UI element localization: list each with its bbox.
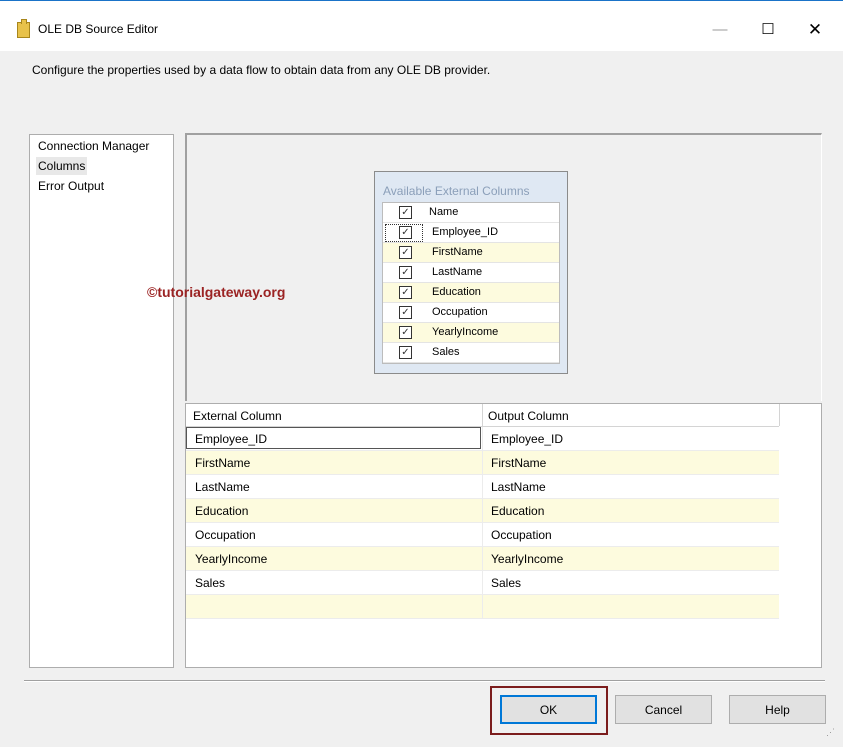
column-checkbox[interactable]: ✓ <box>399 346 412 359</box>
output-column-cell[interactable]: YearlyIncome <box>491 552 563 566</box>
available-columns-header: ✓ Name <box>383 203 559 223</box>
available-column-row[interactable]: ✓ FirstName <box>383 243 559 263</box>
window-title: OLE DB Source Editor <box>38 22 159 36</box>
column-checkbox[interactable]: ✓ <box>399 266 412 279</box>
title-bar: OLE DB Source Editor — ☐ ✕ <box>0 0 843 51</box>
column-name: Occupation <box>432 306 488 318</box>
column-checkbox[interactable]: ✓ <box>399 246 412 259</box>
ssis-component-icon <box>17 19 30 38</box>
output-column-cell[interactable]: Education <box>491 504 544 518</box>
cell-divider <box>482 571 483 594</box>
available-column-row[interactable]: ✓ LastName <box>383 263 559 283</box>
cell-divider <box>482 475 483 498</box>
nav-item-connection-manager[interactable]: Connection Manager <box>36 137 151 155</box>
table-row[interactable]: LastName LastName <box>186 475 779 499</box>
external-column-cell[interactable]: Occupation <box>195 528 256 542</box>
header-divider <box>779 404 780 426</box>
close-button[interactable]: ✕ <box>792 15 838 45</box>
dialog-description: Configure the properties used by a data … <box>32 63 491 77</box>
grid-header: External Column Output Column <box>186 404 780 427</box>
table-row[interactable]: Sales Sales <box>186 571 779 595</box>
table-row[interactable]: Employee_ID Employee_ID <box>186 427 779 451</box>
external-column-cell[interactable]: YearlyIncome <box>195 552 267 566</box>
column-name: Employee_ID <box>432 226 499 238</box>
output-column-cell[interactable]: FirstName <box>491 456 546 470</box>
column-name: Education <box>432 286 481 298</box>
table-row[interactable]: Education Education <box>186 499 779 523</box>
column-checkbox[interactable]: ✓ <box>399 226 412 239</box>
available-column-row[interactable]: ✓ Education <box>383 283 559 303</box>
ok-button[interactable]: OK <box>500 695 597 724</box>
header-divider <box>482 404 483 426</box>
footer-divider-highlight <box>24 681 825 682</box>
available-column-row[interactable]: ✓ Employee_ID <box>383 223 559 243</box>
external-column-cell[interactable]: Education <box>195 504 248 518</box>
available-columns-list: ✓ Name ✓ Employee_ID ✓ FirstName ✓ LastN… <box>382 202 560 364</box>
page-navigation: Connection Manager Columns Error Output <box>29 134 174 668</box>
table-row[interactable]: Occupation Occupation <box>186 523 779 547</box>
column-checkbox[interactable]: ✓ <box>399 326 412 339</box>
column-name: FirstName <box>432 246 483 258</box>
available-column-row[interactable]: ✓ Sales <box>383 343 559 363</box>
column-name: Sales <box>432 346 460 358</box>
available-column-row[interactable]: ✓ Occupation <box>383 303 559 323</box>
ole-db-source-editor-window: OLE DB Source Editor — ☐ ✕ Configure the… <box>0 0 843 747</box>
cell-divider <box>482 547 483 570</box>
cell-divider <box>482 451 483 474</box>
output-column-cell[interactable]: Sales <box>491 576 521 590</box>
output-column-cell[interactable]: LastName <box>491 480 546 494</box>
name-column-header: Name <box>429 206 459 218</box>
available-column-row[interactable]: ✓ YearlyIncome <box>383 323 559 343</box>
cell-divider <box>482 427 483 450</box>
external-column-cell[interactable]: FirstName <box>195 456 250 470</box>
available-external-columns-panel: Available External Columns ✓ Name ✓ Empl… <box>374 171 568 374</box>
table-row-empty[interactable] <box>186 595 779 619</box>
minimize-button[interactable]: — <box>697 15 743 45</box>
external-column-header[interactable]: External Column <box>193 409 282 423</box>
table-row[interactable]: YearlyIncome YearlyIncome <box>186 547 779 571</box>
table-row[interactable]: FirstName FirstName <box>186 451 779 475</box>
column-checkbox[interactable]: ✓ <box>399 286 412 299</box>
watermark-text: ©tutorialgateway.org <box>147 284 286 300</box>
nav-item-error-output[interactable]: Error Output <box>36 177 106 195</box>
external-column-cell[interactable]: Sales <box>195 576 225 590</box>
help-button[interactable]: Help <box>729 695 826 724</box>
cancel-button[interactable]: Cancel <box>615 695 712 724</box>
column-checkbox[interactable]: ✓ <box>399 306 412 319</box>
cell-divider <box>482 595 483 618</box>
maximize-button[interactable]: ☐ <box>745 15 791 45</box>
column-name: YearlyIncome <box>432 326 499 338</box>
output-column-cell[interactable]: Occupation <box>491 528 552 542</box>
select-all-checkbox[interactable]: ✓ <box>399 206 412 219</box>
output-column-cell[interactable]: Employee_ID <box>491 432 563 446</box>
column-name: LastName <box>432 266 483 278</box>
output-column-header[interactable]: Output Column <box>488 409 569 423</box>
cell-divider <box>482 499 483 522</box>
nav-item-columns[interactable]: Columns <box>36 157 88 175</box>
resize-grip-icon[interactable]: ⋰ <box>826 727 835 738</box>
cell-divider <box>482 523 483 546</box>
external-column-cell[interactable]: Employee_ID <box>195 432 267 446</box>
column-mapping-grid: External Column Output Column Employee_I… <box>185 403 822 668</box>
available-columns-title: Available External Columns <box>383 184 530 198</box>
external-column-cell[interactable]: LastName <box>195 480 250 494</box>
